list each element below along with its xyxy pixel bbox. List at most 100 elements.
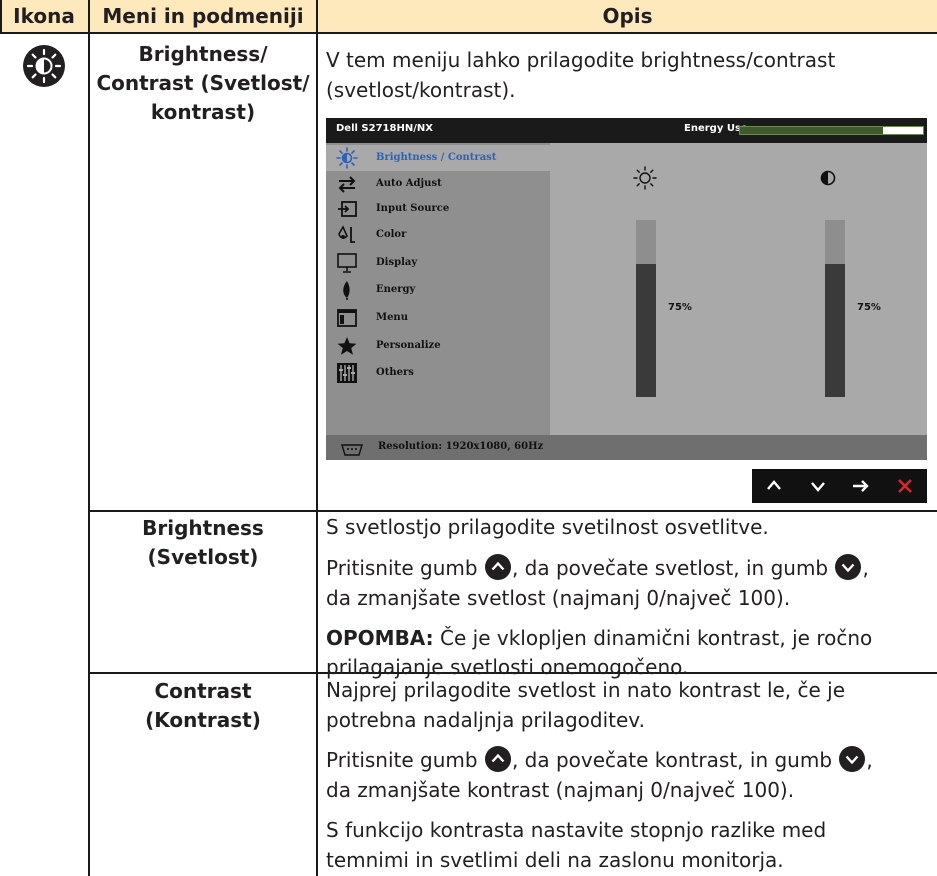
header-desc-cell: Opis (318, 0, 937, 32)
brightness-title: Brightness (Svetlost) (90, 514, 316, 572)
brightness-contrast-desc-line2: (svetlost/kontrast). (326, 78, 516, 102)
brightness-level-fill (636, 264, 656, 397)
osd-menu-item-color[interactable]: Color (326, 222, 550, 248)
contrast-half-circle-icon (820, 170, 836, 186)
brightness-contrast-icon (22, 44, 66, 88)
header-icon-cell: Ikona (0, 0, 88, 32)
header-col-menu: Meni in podmeniji (102, 4, 304, 28)
contrast-level-bar[interactable] (825, 220, 845, 397)
osd-menu-item-energy[interactable]: Energy (326, 277, 550, 303)
osd-menu-label: Brightness / Contrast (376, 152, 497, 163)
contrast-title: Contrast (Kontrast) (90, 677, 316, 735)
brightness-contrast-desc-line1: V tem meniju lahko prilagodite brightnes… (326, 48, 836, 72)
contrast-purpose-line1: S funkcijo kontrasta nastavite stopnjo r… (326, 818, 827, 842)
contrast-desc-line2: potrebna nadaljnja prilagoditev. (326, 708, 645, 732)
brightness-note: OPOMBA: Če je vklopljen dinamični kontra… (326, 623, 926, 653)
contrast-level-fill (825, 264, 845, 397)
grid-line-col2 (316, 0, 318, 876)
title-line: Contrast (154, 679, 252, 703)
up-button-icon (484, 554, 511, 580)
others-sliders-icon (336, 362, 358, 384)
osd-content-panel: 75% 75% (550, 143, 927, 435)
brightness-buttons-line: Pritisnite gumb , da povečate svetlost, … (326, 553, 926, 583)
osd-menu-label: Others (376, 367, 414, 378)
text-run: , da povečate svetlost, in gumb (511, 556, 829, 580)
down-button-icon (839, 746, 866, 772)
text-run: , (866, 748, 873, 772)
text-run: , (862, 556, 869, 580)
energy-use-meter (739, 126, 924, 135)
sun-icon (336, 147, 358, 169)
brightness-range-line: da zmanjšate svetlost (najmanj 0/največ … (326, 586, 791, 610)
osd-menu: Brightness / Contrast Auto Adjust Input … (326, 143, 550, 435)
osd-menu-item-menu[interactable]: Menu (326, 305, 550, 331)
grid-line-header (0, 32, 937, 34)
menu-window-icon (336, 307, 358, 329)
up-button[interactable] (759, 471, 789, 501)
osd-menu-label: Menu (376, 312, 408, 323)
text-run: Pritisnite gumb (326, 748, 478, 772)
down-button-icon (835, 554, 862, 580)
contrast-purpose-line2: temnimi in svetlimi deli na zaslonu moni… (326, 848, 784, 872)
osd-menu-label: Energy (376, 284, 416, 295)
text-run: Pritisnite gumb (326, 556, 478, 580)
title-line: (Svetlost) (147, 545, 259, 569)
header-menu-cell: Meni in podmeniji (90, 0, 316, 32)
contrast-percent: 75% (857, 302, 881, 313)
osd-menu-label: Auto Adjust (376, 178, 442, 189)
contrast-buttons-line: Pritisnite gumb , da povečate kontrast, … (326, 745, 926, 775)
color-icon (336, 224, 358, 246)
contrast-desc-line1: Najprej prilagodite svetlost in nato kon… (326, 678, 846, 702)
close-button[interactable] (890, 471, 920, 501)
osd-menu-item-auto-adjust[interactable]: Auto Adjust (326, 171, 550, 197)
brightness-percent: 75% (668, 302, 692, 313)
chevron-down-icon (810, 482, 825, 492)
energy-use-fill (883, 127, 923, 134)
connector-icon (340, 441, 364, 456)
grid-line-col1 (88, 0, 90, 876)
osd-title-bar: Dell S2718HN/NX Energy Use (326, 118, 927, 143)
close-icon (898, 479, 913, 493)
grid-line-left (0, 0, 2, 33)
osd-menu-label: Input Source (376, 203, 450, 214)
title-line: Contrast (Svetlost/ (96, 71, 310, 95)
osd-menu-item-others[interactable]: Others (326, 360, 550, 386)
brightness-level-bar[interactable] (636, 220, 656, 397)
osd-nav-buttons (752, 469, 927, 503)
brightness-contrast-title: Brightness/ Contrast (Svetlost/ kontrast… (90, 40, 316, 127)
energy-leaf-icon (336, 279, 358, 301)
manual-page: Ikona Meni in podmeniji Opis Brightness/… (0, 0, 937, 876)
osd-menu-item-display[interactable]: Display (326, 250, 550, 276)
osd-menu-label: Personalize (376, 340, 441, 351)
display-monitor-icon (336, 252, 358, 274)
right-arrow-button[interactable] (846, 471, 876, 501)
header-col-desc: Opis (602, 4, 653, 28)
input-source-icon (336, 198, 358, 220)
title-line: Brightness (142, 516, 264, 540)
osd-status-bar: Resolution: 1920x1080, 60Hz (326, 435, 927, 460)
header-col-icon: Ikona (13, 4, 75, 28)
contrast-range-line: da zmanjšate kontrast (najmanj 0/največ … (326, 778, 795, 802)
brightness-desc: S svetlostjo prilagodite svetilnost osve… (326, 515, 769, 539)
brightness-sun-icon (633, 166, 657, 190)
osd-model-name: Dell S2718HN/NX (336, 123, 433, 134)
chevron-up-icon (766, 480, 781, 490)
auto-adjust-arrows-icon (336, 173, 358, 195)
title-line: kontrast) (150, 100, 256, 124)
star-icon (336, 335, 358, 357)
arrow-right-icon (853, 480, 870, 492)
osd-menu-item-brightness-contrast[interactable]: Brightness / Contrast (326, 145, 550, 171)
down-button[interactable] (803, 471, 833, 501)
up-button-icon (484, 746, 511, 772)
title-line: (Kontrast) (145, 708, 261, 732)
osd-menu-label: Color (376, 229, 407, 240)
text-run: , da povečate kontrast, in gumb (511, 748, 833, 772)
osd-menu-item-input-source[interactable]: Input Source (326, 196, 550, 222)
osd-menu-item-personalize[interactable]: Personalize (326, 333, 550, 359)
note-text: Če je vklopljen dinamični kontrast, je r… (433, 626, 873, 650)
title-line: Brightness/ (138, 42, 268, 66)
osd-resolution-text: Resolution: 1920x1080, 60Hz (378, 441, 544, 452)
note-label: OPOMBA: (326, 626, 434, 650)
osd-menu-label: Display (376, 257, 418, 268)
osd-screenshot: Dell S2718HN/NX Energy Use Brightness / … (326, 118, 927, 460)
